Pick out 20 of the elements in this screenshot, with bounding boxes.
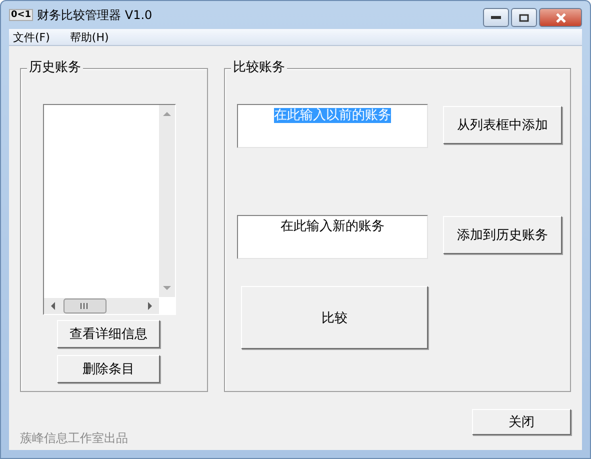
horizontal-scrollbar[interactable]: [44, 298, 159, 314]
window-title: 财务比较管理器 V1.0: [37, 6, 154, 24]
close-button[interactable]: 关闭: [472, 409, 571, 435]
action-button[interactable]: 从列表框中添加: [442, 106, 562, 144]
credit-text: 蔟峰信息工作室出品: [20, 430, 128, 447]
action-button[interactable]: 删除条目: [57, 355, 160, 383]
close-icon: [554, 12, 566, 22]
action-button[interactable]: 查看详细信息: [57, 320, 160, 348]
maximize-icon: [519, 14, 529, 22]
menu-item[interactable]: 文件(F): [9, 30, 58, 44]
maximize-button[interactable]: [511, 8, 537, 27]
compare-button[interactable]: 比较: [240, 286, 428, 349]
minimize-button[interactable]: [483, 8, 509, 27]
minimize-icon: [491, 16, 501, 20]
vertical-scrollbar[interactable]: [159, 105, 175, 297]
menu-item[interactable]: 帮助(H): [66, 30, 117, 44]
input-field[interactable]: 在此输入新的账务: [236, 215, 428, 259]
action-button[interactable]: 添加到历史账务: [442, 216, 562, 254]
window-close-button[interactable]: [539, 8, 582, 27]
app-icon: 0<1: [9, 9, 34, 21]
